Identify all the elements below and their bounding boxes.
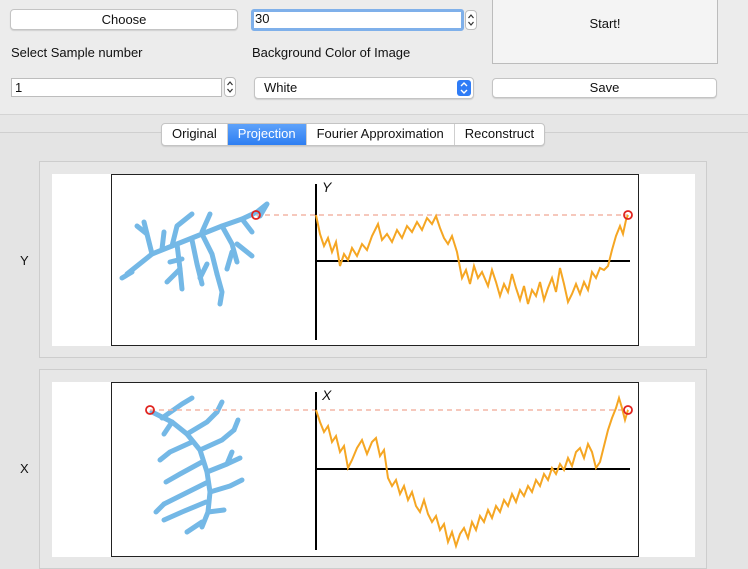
start-button[interactable]: Start! [492,0,718,64]
tab-projection[interactable]: Projection [227,124,307,145]
sample-number-label: Select Sample number [11,45,143,60]
control-panel: Choose 30 Start! Select Sample number Ba… [0,0,748,115]
tab-content: Y Y X X [0,132,748,569]
tab-fourier-approximation[interactable]: Fourier Approximation [307,124,455,145]
save-button[interactable]: Save [492,78,717,98]
row-label-x: X [20,461,29,476]
shape-silhouette-y [119,201,270,307]
sample-stepper-icon[interactable] [224,77,236,97]
tab-bar: Original Projection Fourier Approximatio… [161,123,546,146]
projection-plot-y: Y [111,174,639,346]
sample-number-input[interactable]: 1 [11,78,222,97]
tab-original[interactable]: Original [162,124,228,145]
tab-reconstruct[interactable]: Reconstruct [455,124,544,145]
start-label: Start! [589,16,621,31]
projection-canvas-x: X [52,382,695,557]
count-input[interactable]: 30 [251,9,464,31]
projection-canvas-y: Y [52,174,695,346]
projection-group-y: Y [39,161,707,358]
axis-label-x: X [321,387,332,403]
popup-arrows-icon [457,80,471,96]
count-stepper-icon[interactable] [465,10,477,30]
shape-silhouette-x [149,395,245,535]
projection-group-x: X [39,369,707,569]
row-label-y: Y [20,253,29,268]
signal-curve-y [315,213,629,305]
background-color-select[interactable]: White [254,77,474,99]
signal-curve-x [315,394,629,550]
axis-label-y: Y [322,179,333,195]
choose-button[interactable]: Choose [10,9,238,30]
background-color-value: White [264,80,298,95]
background-color-label: Background Color of Image [252,45,411,60]
projection-plot-x: X [111,382,639,557]
